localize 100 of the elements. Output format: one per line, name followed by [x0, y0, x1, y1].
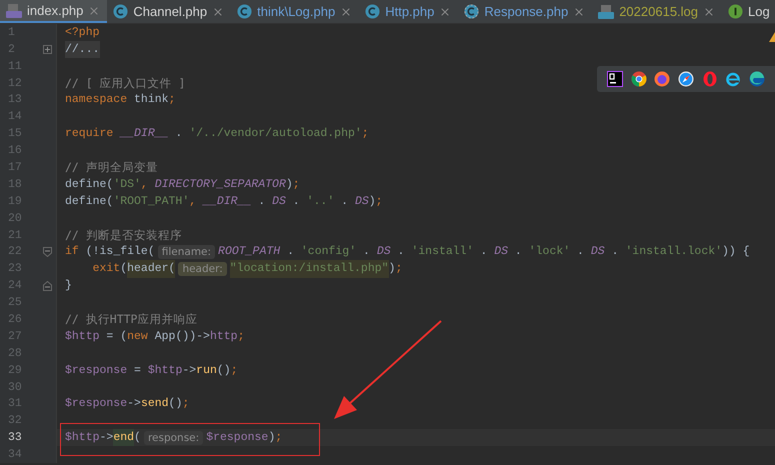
constant-token: ROOT_PATH: [218, 244, 280, 260]
string-token: '/../vendor/autoload.php': [189, 126, 362, 142]
constant-token: DS: [590, 244, 605, 260]
string-token: 'DS': [113, 176, 141, 193]
parameter-hint: header:: [178, 262, 227, 276]
interface-icon: [728, 4, 744, 19]
string-token: 'install.lock': [625, 244, 722, 260]
code-token: )) {: [722, 244, 750, 260]
compass-icon[interactable]: [678, 71, 694, 87]
method-token: send: [140, 396, 169, 412]
code-token: (): [168, 396, 182, 412]
keyword-token: require: [65, 126, 114, 142]
string-token: 'lock': [528, 244, 570, 260]
app-logo-icon[interactable]: [606, 71, 623, 87]
string-token: '..': [306, 194, 334, 210]
close-icon[interactable]: [88, 4, 100, 16]
code-token: ->: [182, 362, 196, 379]
code-token: ): [286, 176, 293, 193]
keyword-token: new: [127, 328, 148, 345]
code-token: .: [479, 244, 488, 260]
code-comment: // 执行HTTP应用并响应: [65, 310, 198, 328]
code-token: .: [174, 126, 184, 142]
variable-token: $http: [148, 362, 182, 379]
keyword-token: ;: [362, 126, 369, 142]
editor-tab[interactable]: index.php: [0, 0, 108, 23]
string-token: "location:/install.php": [230, 260, 389, 278]
browser-icon[interactable]: [630, 71, 647, 87]
line-number: 33: [7, 430, 23, 446]
constant-token: DIRECTORY_SEPARATOR: [154, 176, 286, 193]
code-token: header(: [127, 260, 176, 278]
class-icon: [113, 4, 128, 19]
variable-token: $http: [65, 430, 100, 446]
tab-label: Response.php: [484, 2, 568, 21]
browser-icon[interactable]: [725, 71, 742, 87]
browser-icon[interactable]: [749, 71, 766, 87]
string-token: 'install': [411, 244, 474, 260]
code-token: .: [610, 244, 620, 260]
class-icon: [365, 4, 380, 19]
code-token: .: [340, 194, 350, 210]
constant-token: DS: [272, 194, 286, 210]
close-icon[interactable]: [703, 6, 716, 18]
collapse-fold-icon[interactable]: [43, 247, 52, 258]
code-token: .: [362, 244, 371, 260]
editor-tab[interactable]: Response.php: [458, 0, 592, 23]
editor-tab[interactable]: Log: [722, 0, 775, 23]
code-token: (: [120, 261, 128, 278]
collapse-fold-icon[interactable]: [43, 280, 52, 291]
editor-tab[interactable]: 20220615.log: [592, 0, 722, 23]
code-token: think: [133, 92, 169, 108]
variable-token: $response: [65, 396, 128, 412]
close-icon[interactable]: [439, 6, 452, 18]
keyword-token: ;: [292, 176, 300, 193]
code-comment: // 声明全局变量: [65, 158, 158, 176]
keyword-token: ;: [275, 430, 282, 446]
code-token: =: [133, 362, 142, 379]
log-file-icon: [598, 4, 614, 20]
constant-token: DS: [376, 244, 391, 260]
code-token: ->: [127, 396, 141, 412]
code-token: (!is_file(: [84, 244, 155, 260]
editor-tab[interactable]: think\Log.php: [231, 0, 360, 23]
string-token: 'ROOT_PATH': [113, 194, 190, 210]
constant-token: DS: [354, 194, 369, 210]
variable-token: $http: [65, 328, 100, 345]
expand-fold-icon[interactable]: [43, 44, 52, 54]
method-token: end: [113, 429, 134, 446]
tab-label: Http.php: [385, 2, 434, 21]
code-token: ->: [100, 430, 114, 446]
variable-token: http: [210, 328, 238, 345]
method-token: run: [196, 362, 217, 379]
code-comment: // [ 应用入口文件 ]: [65, 74, 186, 92]
close-icon[interactable]: [340, 6, 352, 18]
tab-label: Channel.php: [133, 2, 208, 21]
tab-label: 20220615.log: [619, 2, 698, 21]
code-token: (: [134, 430, 141, 446]
php-file-icon: [6, 2, 22, 18]
code-token: .: [576, 244, 585, 260]
keyword-token: ;: [395, 261, 402, 278]
code-token: ): [388, 261, 396, 278]
folded-code: //...: [65, 40, 100, 58]
code-token: (): [216, 362, 231, 379]
close-icon[interactable]: [212, 6, 224, 18]
keyword-token: ;: [182, 396, 190, 412]
code-token: .: [257, 194, 266, 210]
code-token: .: [514, 244, 523, 260]
editor-tab[interactable]: Channel.php: [107, 0, 232, 23]
code-token: }: [65, 278, 72, 294]
code-token: define(: [65, 176, 114, 193]
keyword-token: ,: [189, 194, 198, 210]
code-token: = (: [105, 328, 128, 345]
tab-label: think\Log.php: [257, 2, 336, 21]
editor-tab[interactable]: Http.php: [359, 0, 458, 23]
code-token: .: [396, 244, 406, 260]
keyword-token: <?php: [65, 24, 100, 41]
variable-token: $response: [65, 362, 128, 379]
close-icon[interactable]: [573, 6, 586, 18]
keyword-token: ,: [140, 176, 149, 193]
code-token: ): [368, 194, 376, 210]
warning-icon[interactable]: [769, 32, 775, 42]
constant-token: __DIR__: [203, 194, 252, 210]
code-token: ): [268, 430, 276, 446]
